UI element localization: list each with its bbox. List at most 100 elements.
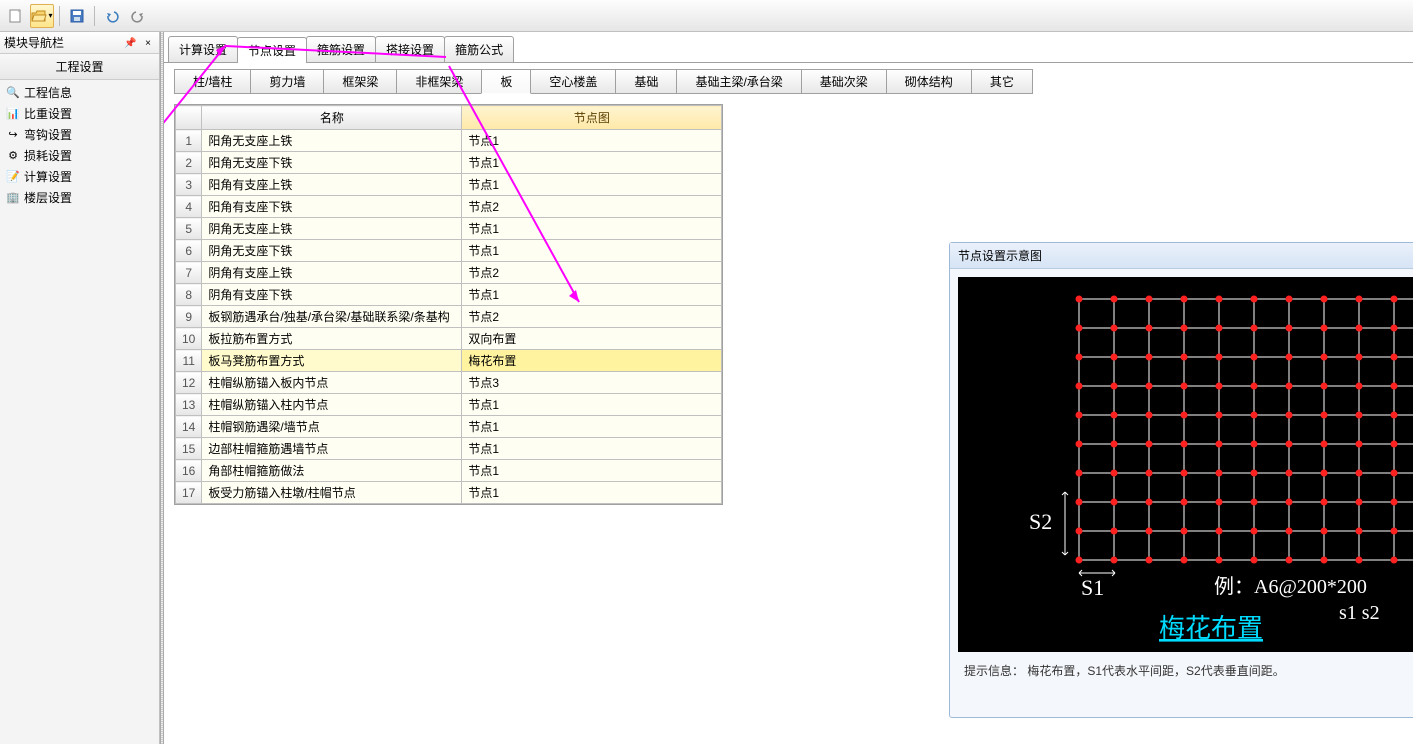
subtab-10[interactable]: 其它 [971, 69, 1033, 94]
tab-4[interactable]: 箍筋公式 [444, 36, 514, 62]
row-node[interactable]: 节点1 [462, 130, 722, 152]
row-number: 6 [176, 240, 202, 262]
tab-3[interactable]: 搭接设置 [375, 36, 445, 62]
row-node[interactable]: 节点1 [462, 152, 722, 174]
preview-title: 节点设置示意图 [950, 243, 1413, 269]
sidebar-item-1[interactable]: 📊比重设置 [0, 103, 159, 124]
content-area: 计算设置节点设置箍筋设置搭接设置箍筋公式 柱/墙柱剪力墙框架梁非框架梁板空心楼盖… [164, 32, 1413, 744]
table-row[interactable]: 8阴角有支座下铁节点1 [176, 284, 722, 306]
subtab-1[interactable]: 剪力墙 [250, 69, 324, 94]
table-row[interactable]: 14柱帽钢筋遇梁/墙节点节点1 [176, 416, 722, 438]
sidebar-item-icon: 🔍 [6, 86, 20, 100]
row-number: 4 [176, 196, 202, 218]
table-row[interactable]: 2阳角无支座下铁节点1 [176, 152, 722, 174]
row-node[interactable]: 节点1 [462, 394, 722, 416]
save-button[interactable] [65, 4, 89, 28]
row-number: 14 [176, 416, 202, 438]
subtab-3[interactable]: 非框架梁 [396, 69, 482, 94]
sidebar-item-icon: ⚙ [6, 149, 20, 163]
table-row[interactable]: 6阴角无支座下铁节点1 [176, 240, 722, 262]
sidebar-header: 工程设置 [0, 54, 159, 80]
row-name: 阴角有支座下铁 [202, 284, 462, 306]
subtab-0[interactable]: 柱/墙柱 [174, 69, 251, 94]
row-node[interactable]: 节点3 [462, 372, 722, 394]
row-node[interactable]: 节点2 [462, 262, 722, 284]
table-row[interactable]: 16角部柱帽箍筋做法节点1 [176, 460, 722, 482]
tab-2[interactable]: 箍筋设置 [306, 36, 376, 62]
table-row[interactable]: 13柱帽纵筋锚入柱内节点节点1 [176, 394, 722, 416]
row-name: 板钢筋遇承台/独基/承台梁/基础联系梁/条基构 [202, 306, 462, 328]
row-name: 板拉筋布置方式 [202, 328, 462, 350]
table-row[interactable]: 9板钢筋遇承台/独基/承台梁/基础联系梁/条基构节点2 [176, 306, 722, 328]
table-row[interactable]: 10板拉筋布置方式双向布置 [176, 328, 722, 350]
row-node[interactable]: 节点1 [462, 438, 722, 460]
sidebar-list: 🔍 工程信息 📊比重设置 ↪ 弯钩设置 ⚙ 损耗设置 📝计算设置 🏢 楼层设置 [0, 80, 159, 210]
table-row[interactable]: 7阴角有支座上铁节点2 [176, 262, 722, 284]
row-node[interactable]: 节点1 [462, 218, 722, 240]
sidebar-item-icon: ↪ [6, 128, 20, 142]
table-row[interactable]: 15边部柱帽箍筋遇墙节点节点1 [176, 438, 722, 460]
sidebar-item-5[interactable]: 🏢 楼层设置 [0, 187, 159, 208]
module-nav-sidebar: 模块导航栏 📌 × 工程设置 🔍工程信息📊比重设置↪弯钩设置⚙损耗设置📝计算设置… [0, 32, 160, 744]
sidebar-item-label: 弯钩设置 [24, 126, 72, 143]
row-node[interactable]: 梅花布置 [462, 350, 722, 372]
tab-0[interactable]: 计算设置 [168, 36, 238, 62]
tab-1[interactable]: 节点设置 [237, 37, 307, 63]
node-preview-panel: 节点设置示意图 S2 S1 例：A6@2 [949, 242, 1413, 718]
subtab-4[interactable]: 板 [481, 69, 531, 94]
subtab-5[interactable]: 空心楼盖 [530, 69, 616, 94]
row-node[interactable]: 节点2 [462, 196, 722, 218]
table-row[interactable]: 17板受力筋锚入柱墩/柱帽节点节点1 [176, 482, 722, 504]
row-node[interactable]: 节点2 [462, 306, 722, 328]
sidebar-item-label: 损耗设置 [24, 147, 72, 164]
new-button[interactable] [4, 4, 28, 28]
subtab-2[interactable]: 框架梁 [323, 69, 397, 94]
subtab-6[interactable]: 基础 [615, 69, 677, 94]
table-row[interactable]: 12柱帽纵筋锚入板内节点节点3 [176, 372, 722, 394]
row-node[interactable]: 节点1 [462, 174, 722, 196]
row-name: 板受力筋锚入柱墩/柱帽节点 [202, 482, 462, 504]
table-row[interactable]: 1阳角无支座上铁节点1 [176, 130, 722, 152]
sidebar-item-0[interactable]: 🔍 工程信息 [0, 82, 159, 103]
row-number: 10 [176, 328, 202, 350]
preview-hint: 提示信息： 梅花布置，S1代表水平间距，S2代表垂直间距。 [958, 652, 1413, 709]
sidebar-item-icon: 🏢 [6, 191, 20, 205]
redo-button[interactable] [126, 4, 150, 28]
sidebar-item-label: 工程信息 [24, 84, 72, 101]
main-tabs: 计算设置节点设置箍筋设置搭接设置箍筋公式 [164, 32, 1413, 63]
subtab-8[interactable]: 基础次梁 [801, 69, 887, 94]
subtab-7[interactable]: 基础主梁/承台梁 [676, 69, 801, 94]
table-row[interactable]: 3阳角有支座上铁节点1 [176, 174, 722, 196]
row-name: 边部柱帽箍筋遇墙节点 [202, 438, 462, 460]
row-name: 阳角有支座上铁 [202, 174, 462, 196]
row-number: 2 [176, 152, 202, 174]
open-button[interactable]: ▾ [30, 4, 54, 28]
row-name: 柱帽纵筋锚入柱内节点 [202, 394, 462, 416]
row-name: 板马凳筋布置方式 [202, 350, 462, 372]
row-name: 阴角有支座上铁 [202, 262, 462, 284]
pin-icon[interactable]: 📌 [124, 36, 138, 50]
row-node[interactable]: 双向布置 [462, 328, 722, 350]
row-number: 13 [176, 394, 202, 416]
table-row[interactable]: 5阴角无支座上铁节点1 [176, 218, 722, 240]
table-row[interactable]: 4阳角有支座下铁节点2 [176, 196, 722, 218]
row-node[interactable]: 节点1 [462, 416, 722, 438]
close-icon[interactable]: × [141, 36, 155, 50]
table-row[interactable]: 11板马凳筋布置方式梅花布置 [176, 350, 722, 372]
sidebar-item-3[interactable]: ⚙ 损耗设置 [0, 145, 159, 166]
undo-button[interactable] [100, 4, 124, 28]
row-node[interactable]: 节点1 [462, 482, 722, 504]
sidebar-item-label: 楼层设置 [24, 189, 72, 206]
row-number: 11 [176, 350, 202, 372]
row-name: 阳角有支座下铁 [202, 196, 462, 218]
corner-header [176, 106, 202, 130]
subtab-9[interactable]: 砌体结构 [886, 69, 972, 94]
row-node[interactable]: 节点1 [462, 284, 722, 306]
row-node[interactable]: 节点1 [462, 460, 722, 482]
row-node[interactable]: 节点1 [462, 240, 722, 262]
sidebar-item-4[interactable]: 📝计算设置 [0, 166, 159, 187]
row-name: 柱帽钢筋遇梁/墙节点 [202, 416, 462, 438]
row-number: 9 [176, 306, 202, 328]
sidebar-item-2[interactable]: ↪ 弯钩设置 [0, 124, 159, 145]
node-header: 节点图 [462, 106, 722, 130]
